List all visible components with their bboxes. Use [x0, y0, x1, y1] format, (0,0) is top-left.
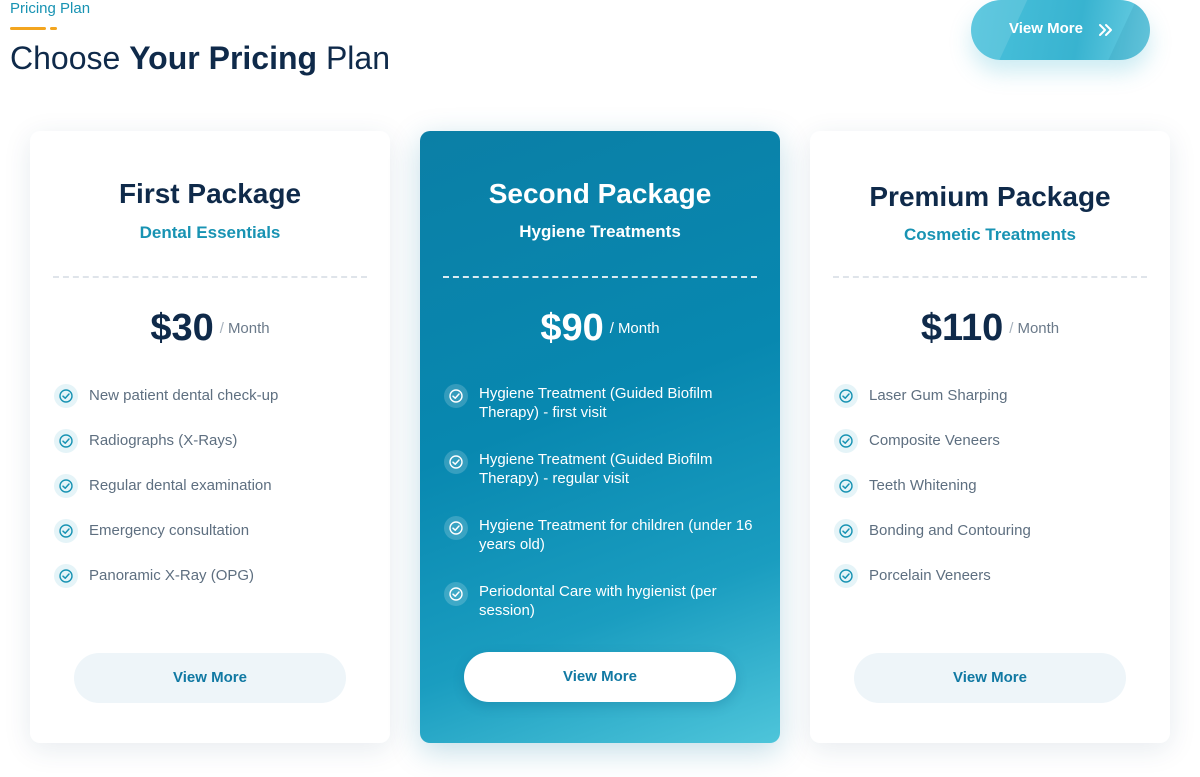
- view-more-button[interactable]: View More: [854, 653, 1126, 703]
- view-more-button[interactable]: View More: [464, 652, 736, 702]
- feature-text: Hygiene Treatment (Guided Biofilm Therap…: [479, 385, 713, 421]
- check-circle-icon: [834, 429, 858, 453]
- plan-subtitle: Dental Essentials: [139, 223, 281, 242]
- feature-text: Hygiene Treatment (Guided Biofilm Therap…: [479, 451, 713, 487]
- check-circle-icon: [54, 429, 78, 453]
- check-circle-icon: [834, 384, 858, 408]
- double-chevron-right-icon: [1099, 24, 1112, 36]
- divider: [53, 276, 367, 278]
- feature-text: New patient dental check-up: [89, 387, 279, 404]
- feature-item: Laser Gum Sharping: [834, 384, 1154, 429]
- feature-item: Regular dental examination: [54, 474, 374, 519]
- plan-title: Premium Package: [869, 181, 1111, 212]
- check-circle-icon: [54, 474, 78, 498]
- feature-text: Periodontal Care with hygienist (per ses…: [479, 583, 717, 619]
- feature-text: Porcelain Veneers: [869, 567, 991, 584]
- price-slash: /: [609, 320, 614, 337]
- feature-text: Composite Veneers: [869, 432, 1000, 449]
- feature-item: Porcelain Veneers: [834, 564, 1154, 609]
- feature-text: Radiographs (X-Rays): [89, 432, 238, 449]
- check-circle-icon: [444, 582, 468, 606]
- feature-text: Laser Gum Sharping: [869, 387, 1008, 404]
- feature-item: Bonding and Contouring: [834, 519, 1154, 564]
- view-more-label: View More: [1009, 20, 1083, 37]
- plan-price: $90 /Month: [420, 307, 780, 350]
- feature-item: Periodontal Care with hygienist (per ses…: [444, 582, 764, 648]
- page-title-bold: Your Pricing: [129, 40, 318, 76]
- section-eyebrow: Pricing Plan: [10, 0, 91, 17]
- feature-item: Panoramic X-Ray (OPG): [54, 564, 374, 609]
- price-slash: /: [219, 320, 224, 337]
- page-title: Choose Your Pricing Plan: [10, 38, 390, 78]
- feature-list: New patient dental check-up Radiographs …: [54, 384, 374, 609]
- view-more-button[interactable]: View More: [74, 653, 346, 703]
- eyebrow-underline: [10, 27, 57, 30]
- feature-item: Composite Veneers: [834, 429, 1154, 474]
- plan-subtitle: Hygiene Treatments: [519, 222, 681, 241]
- check-circle-icon: [834, 564, 858, 588]
- check-circle-icon: [444, 516, 468, 540]
- plan-title: Second Package: [488, 178, 712, 209]
- divider: [443, 276, 757, 278]
- plan-subtitle: Cosmetic Treatments: [904, 225, 1076, 244]
- price-amount: $110: [920, 307, 1004, 349]
- check-circle-icon: [834, 519, 858, 543]
- plan-title: First Package: [118, 178, 302, 209]
- view-more-button[interactable]: View More: [971, 0, 1150, 60]
- check-circle-icon: [444, 450, 468, 474]
- plan-price: $110 /Month: [810, 307, 1170, 350]
- feature-item: Hygiene Treatment (Guided Biofilm Therap…: [444, 450, 764, 516]
- feature-item: Hygiene Treatment (Guided Biofilm Therap…: [444, 384, 764, 450]
- feature-text: Emergency consultation: [89, 522, 250, 539]
- feature-item: Emergency consultation: [54, 519, 374, 564]
- feature-list: Hygiene Treatment (Guided Biofilm Therap…: [444, 384, 764, 648]
- price-period: Month: [227, 320, 270, 337]
- price-amount: $30: [150, 307, 214, 349]
- pricing-card-second: Second Package Hygiene Treatments $90 /Mo…: [420, 131, 780, 743]
- check-circle-icon: [54, 564, 78, 588]
- feature-item: New patient dental check-up: [54, 384, 374, 429]
- price-slash: /: [1009, 320, 1014, 337]
- price-amount: $90: [540, 307, 604, 349]
- plan-price: $30 /Month: [30, 307, 390, 350]
- divider: [833, 276, 1147, 278]
- feature-item: Teeth Whitening: [834, 474, 1154, 519]
- page-title-pre: Choose: [10, 40, 130, 76]
- check-circle-icon: [54, 519, 78, 543]
- page-title-post: Plan: [317, 40, 390, 76]
- check-circle-icon: [54, 384, 78, 408]
- feature-list: Laser Gum Sharping Composite Veneers Tee…: [834, 384, 1154, 609]
- feature-item: Hygiene Treatment for children (under 16…: [444, 516, 764, 582]
- feature-text: Teeth Whitening: [869, 477, 977, 494]
- feature-text: Regular dental examination: [89, 477, 272, 494]
- pricing-card-first: First Package Dental Essentials $30 /Mont…: [30, 131, 390, 743]
- check-circle-icon: [834, 474, 858, 498]
- feature-text: Hygiene Treatment for children (under 16…: [479, 517, 753, 553]
- check-circle-icon: [444, 384, 468, 408]
- price-period: Month: [1017, 320, 1060, 337]
- feature-text: Panoramic X-Ray (OPG): [89, 567, 255, 584]
- pricing-card-premium: Premium Package Cosmetic Treatments $110…: [810, 131, 1170, 743]
- feature-item: Radiographs (X-Rays): [54, 429, 374, 474]
- price-period: Month: [617, 320, 660, 337]
- feature-text: Bonding and Contouring: [869, 522, 1031, 539]
